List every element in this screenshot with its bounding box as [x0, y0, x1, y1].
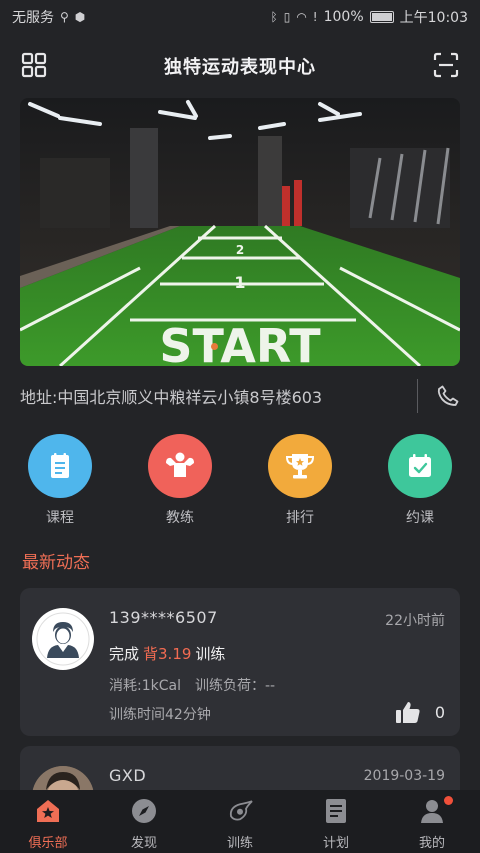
- trophy-icon: [268, 434, 332, 498]
- status-bar: 无服务 ⚲ ⬢ ᛒ ▯ ◠ ! 100% 上午10:03: [0, 0, 480, 34]
- tab-label: 计划: [322, 836, 349, 851]
- bluetooth-icon: ᛒ: [270, 10, 278, 24]
- muscle-icon: [148, 434, 212, 498]
- phone-icon[interactable]: [436, 384, 460, 408]
- carousel-indicator[interactable]: [211, 343, 218, 350]
- calories-stat: 消耗:1kCal: [109, 678, 181, 694]
- activity-suffix: 训练: [195, 645, 226, 663]
- quick-action-booking[interactable]: 约课: [380, 434, 460, 527]
- avatar[interactable]: [32, 608, 94, 670]
- feed-timestamp: 2019-03-19: [363, 768, 445, 784]
- quick-action-courses[interactable]: 课程: [20, 434, 100, 527]
- activity-workout-link[interactable]: 背3.19: [143, 645, 191, 663]
- tab-plan[interactable]: 计划: [288, 790, 384, 853]
- divider: [417, 379, 418, 413]
- vibrate-icon: ▯: [283, 10, 291, 24]
- training-icon: [225, 796, 255, 826]
- battery-percent: 100%: [323, 9, 364, 25]
- notification-badge: [444, 796, 453, 805]
- tab-training[interactable]: 训练: [192, 790, 288, 853]
- tab-label: 俱乐部: [28, 836, 68, 851]
- feed-card[interactable]: 139****6507 22小时前 完成 背3.19 训练 消耗:1kCal 训练负荷…: [20, 588, 460, 736]
- quick-action-label: 课程: [46, 510, 74, 526]
- quick-actions: 课程 教练 排行 约课: [0, 434, 480, 526]
- load-stat: 训练负荷：--: [194, 678, 276, 694]
- quick-action-label: 教练: [166, 510, 194, 526]
- like-count: 0: [434, 702, 445, 722]
- quick-action-coaches[interactable]: 教练: [140, 434, 220, 527]
- thumbs-up-icon: [395, 702, 420, 723]
- duration-stat: 训练时间42分钟: [109, 707, 211, 723]
- alert-icon: !: [312, 10, 318, 24]
- quick-action-label: 排行: [286, 510, 314, 526]
- shield-icon: ⬢: [74, 10, 86, 24]
- scan-icon[interactable]: [433, 52, 459, 78]
- battery-icon: [369, 11, 394, 23]
- svg-text:1: 1: [234, 273, 245, 292]
- address-row: 地址:中国北京顺义中粮祥云小镇8号楼603: [20, 378, 460, 414]
- banner-image[interactable]: 1 2 START: [20, 98, 460, 366]
- notepad-icon: [28, 434, 92, 498]
- user-avatar-icon: [36, 612, 90, 666]
- banner-start-text: START: [159, 319, 321, 366]
- quick-action-label: 约课: [406, 510, 434, 526]
- activity-prefix: 完成: [109, 645, 140, 663]
- calendar-check-icon: [388, 434, 452, 498]
- section-title: 最新动态: [22, 553, 90, 573]
- feed-timestamp: 22小时前: [385, 613, 445, 629]
- compass-icon: [129, 796, 159, 826]
- svg-text:2: 2: [236, 243, 244, 257]
- tab-label: 训练: [226, 836, 253, 851]
- page-title: 独特运动表现中心: [164, 57, 316, 78]
- plan-icon: [321, 796, 351, 826]
- tab-discover[interactable]: 发现: [96, 790, 192, 853]
- tab-label: 我的: [418, 836, 445, 851]
- address-text: 地址:中国北京顺义中粮祥云小镇8号楼603: [20, 388, 323, 407]
- profile-icon: [417, 796, 447, 826]
- quick-action-ranking[interactable]: 排行: [260, 434, 340, 527]
- feed-username: GXD: [109, 766, 147, 785]
- tab-profile[interactable]: 我的: [384, 790, 480, 853]
- feed-username: 139****6507: [109, 608, 218, 627]
- like-button[interactable]: 0: [395, 700, 445, 724]
- grid-icon[interactable]: [21, 52, 47, 78]
- bottom-tab-bar: 俱乐部 发现 训练 计划 我的: [0, 790, 480, 853]
- feed-stats: 消耗:1kCal 训练负荷：--: [109, 675, 275, 695]
- tab-club[interactable]: 俱乐部: [0, 790, 96, 853]
- feed-activity: 完成 背3.19 训练: [109, 643, 225, 664]
- carrier-label: 无服务: [12, 10, 54, 26]
- wifi-icon: ◠: [296, 10, 307, 24]
- app-header: 独特运动表现中心: [0, 44, 480, 88]
- gym-track-image: 1 2 START: [20, 98, 460, 366]
- clock: 上午10:03: [399, 10, 468, 26]
- club-icon: [33, 796, 63, 826]
- usb-icon: ⚲: [60, 10, 69, 24]
- tab-label: 发现: [130, 836, 157, 851]
